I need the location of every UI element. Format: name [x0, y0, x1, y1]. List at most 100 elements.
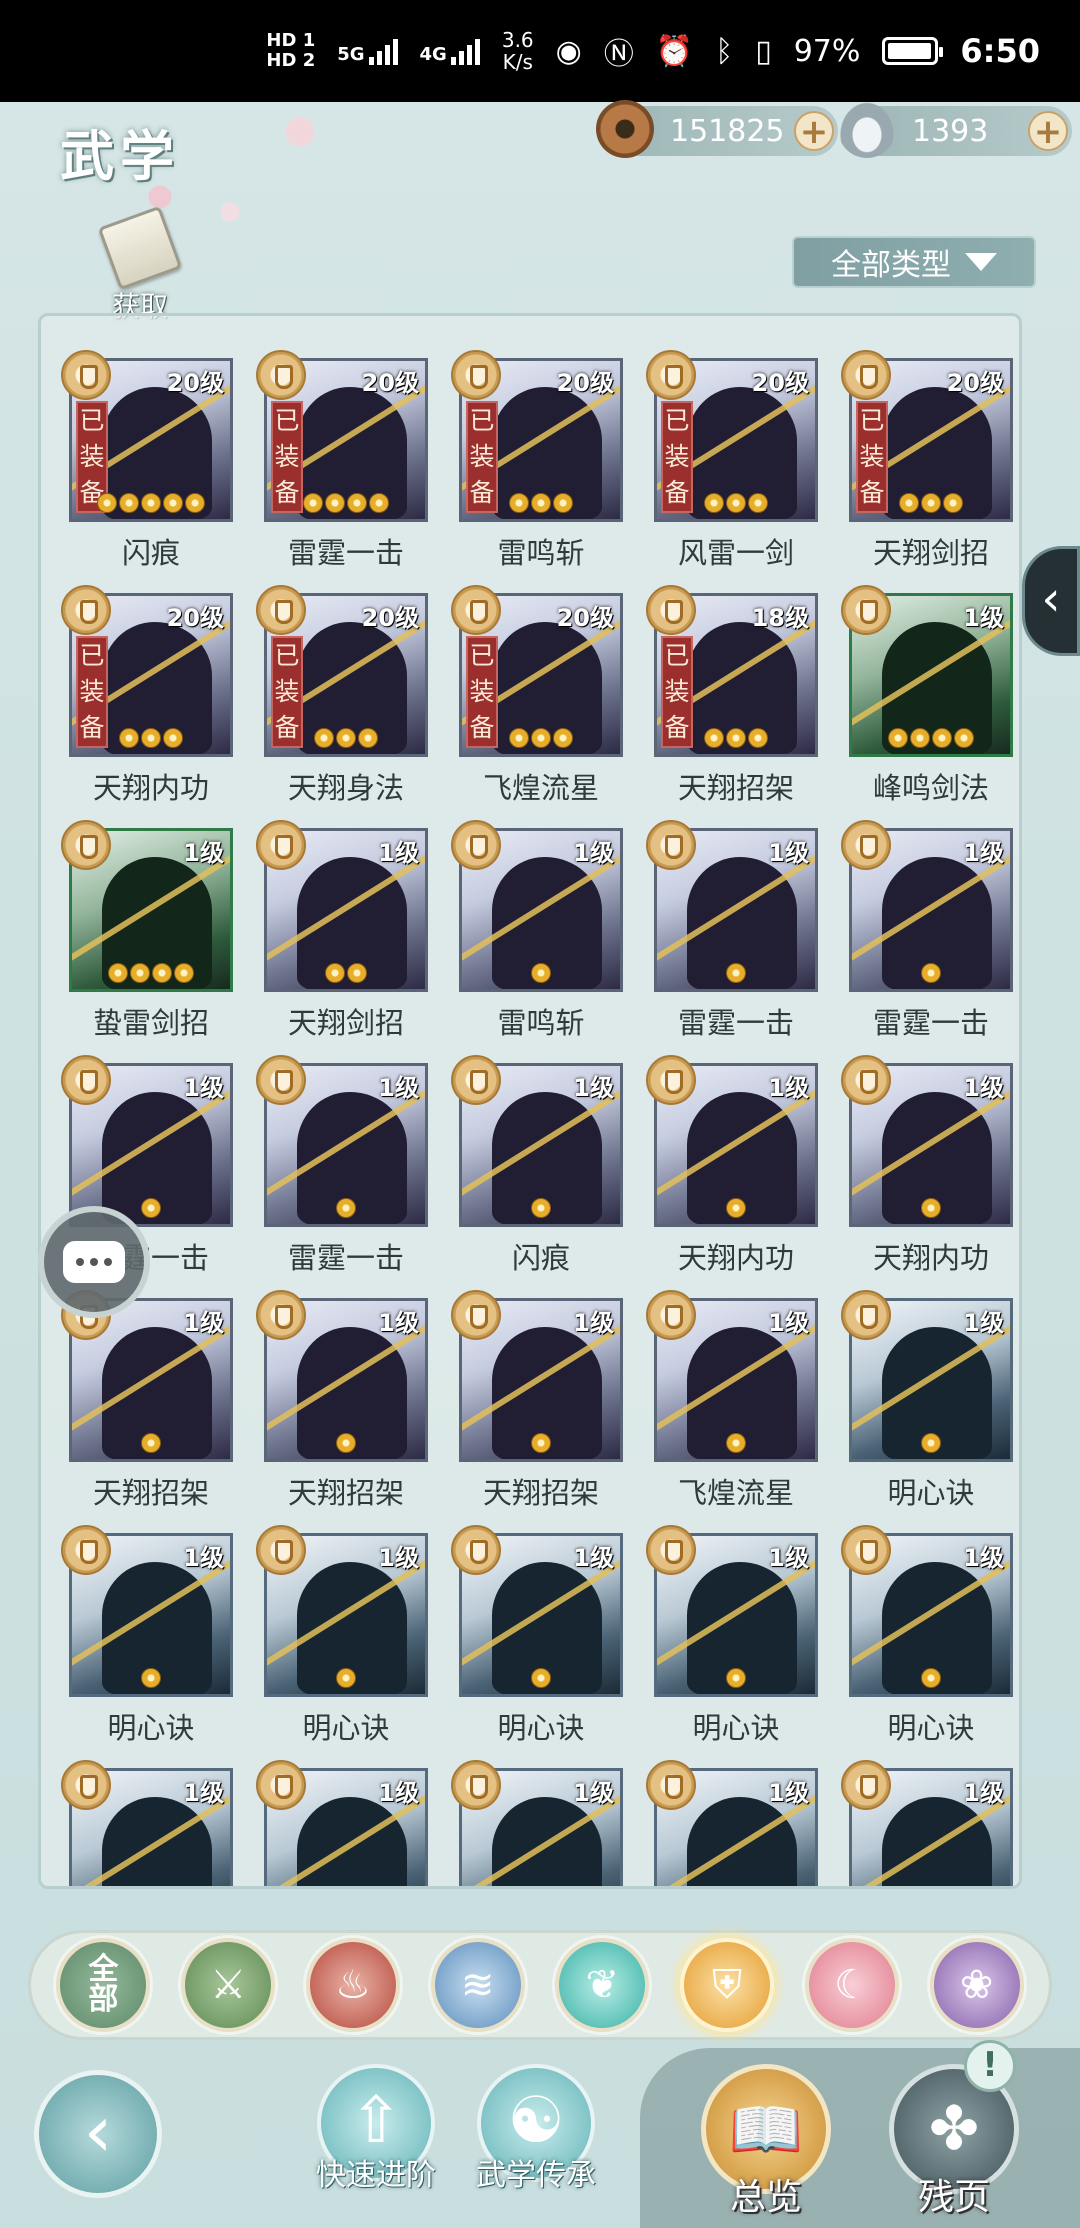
skill-card[interactable]: 1级 明心诀	[61, 1525, 233, 1768]
star-rating	[657, 728, 815, 748]
skill-name: 雷鸣斩	[497, 1006, 585, 1040]
skill-card[interactable]: 1级 飞煌流星	[646, 1290, 818, 1533]
skill-card[interactable]: 20级已装备风雷一剑	[646, 350, 818, 593]
star-rating	[462, 1433, 620, 1453]
skill-card[interactable]: 20级已装备飞煌流星	[451, 585, 623, 828]
overview-button[interactable]: 📖 总览	[696, 2064, 836, 2220]
butterfly-category-icon[interactable]: ❦	[555, 1938, 650, 2032]
skill-level: 20级	[361, 369, 419, 397]
fire-category-icon[interactable]: ♨	[305, 1938, 400, 2032]
shield-category-badge-icon	[451, 350, 501, 400]
shield-category-badge-icon	[256, 350, 306, 400]
star-icon	[130, 963, 150, 983]
star-rating	[852, 1668, 1010, 1688]
skill-card[interactable]: 20级已装备天翔内功	[61, 585, 233, 828]
skill-name: 明心诀	[497, 1711, 585, 1745]
skill-card[interactable]: 20级已装备雷霆一击	[256, 350, 428, 593]
skill-card[interactable]: 1级 明心诀	[841, 1525, 1013, 1768]
silver-ingot-icon	[838, 100, 896, 158]
skill-name: 明心诀	[692, 1711, 780, 1745]
shield-category-badge-icon	[646, 1760, 696, 1810]
skill-name: 雷霆一击	[287, 536, 404, 570]
skill-panel: 20级已装备闪痕 20级已装备雷霆一击 20级已装备雷鸣斩 20级已装备风雷一剑 20级…	[38, 313, 1022, 1889]
shield-category-badge-icon	[61, 1055, 111, 1105]
skill-card[interactable]: 1级 天翔招架	[451, 1290, 623, 1533]
battery-percent: 97%	[793, 33, 861, 69]
skill-level: 1级	[768, 1779, 809, 1807]
network-speed: 3.6 K/s	[502, 29, 534, 73]
skill-card[interactable]: 18级已装备天翔招架	[646, 585, 818, 828]
shield-category-badge-icon	[61, 820, 111, 870]
back-button[interactable]: ‹	[34, 2070, 162, 2198]
skill-card[interactable]: 1级	[841, 1760, 1013, 1886]
skill-card[interactable]: 20级已装备闪痕	[61, 350, 233, 593]
category-all[interactable]: 全 部	[56, 1938, 151, 2032]
star-icon	[726, 493, 746, 513]
add-silver-button[interactable]: +	[1028, 111, 1068, 151]
skill-card[interactable]: 1级 天翔招架	[61, 1290, 233, 1533]
skill-name: 天翔身法	[287, 771, 404, 805]
skill-card[interactable]: 1级 雷霆一击	[256, 1055, 428, 1298]
shield-category-badge-icon	[841, 1055, 891, 1105]
fragments-label: 残页	[917, 2177, 990, 2218]
silver-amount: 1393	[912, 113, 989, 149]
skill-card[interactable]: 1级 天翔内功	[646, 1055, 818, 1298]
skill-card[interactable]: 1级	[646, 1760, 818, 1886]
chat-button[interactable]	[38, 1206, 150, 1318]
type-filter-dropdown[interactable]: 全部类型	[792, 236, 1036, 288]
shield-category-badge-icon	[646, 1525, 696, 1575]
skill-card[interactable]: 1级 闪痕	[451, 1055, 623, 1298]
skill-name: 风雷一剑	[677, 536, 794, 570]
skill-card[interactable]: 1级 明心诀	[646, 1525, 818, 1768]
skill-card[interactable]: 1级	[451, 1760, 623, 1886]
shield-category-badge-icon	[451, 1290, 501, 1340]
skill-card[interactable]: 20级已装备天翔身法	[256, 585, 428, 828]
quick-advance-button[interactable]: ⇧ 快速进阶	[296, 2064, 456, 2194]
skill-card[interactable]: 1级 雷霆一击	[841, 820, 1013, 1063]
skill-level: 1级	[183, 1074, 224, 1102]
rose-category-icon[interactable]: ❀	[929, 1938, 1024, 2032]
star-icon	[726, 1198, 746, 1218]
skill-card[interactable]: 20级已装备天翔剑招	[841, 350, 1013, 593]
shield-category-badge-icon	[256, 820, 306, 870]
skill-level: 1级	[963, 839, 1004, 867]
skill-card[interactable]: 1级 蛰雷剑招	[61, 820, 233, 1063]
skill-card[interactable]: 1级 天翔招架	[256, 1290, 428, 1533]
skill-card[interactable]: 20级已装备雷鸣斩	[451, 350, 623, 593]
moon-category-icon[interactable]: ☾	[804, 1938, 899, 2032]
skill-card[interactable]: 1级 峰鸣剑法	[841, 585, 1013, 828]
star-rating	[657, 493, 815, 513]
skill-card[interactable]: 1级 天翔剑招	[256, 820, 428, 1063]
side-expand-tab[interactable]: ‹	[1022, 546, 1080, 656]
skill-name: 天翔招架	[482, 1476, 599, 1510]
skill-card[interactable]: 1级 天翔内功	[841, 1055, 1013, 1298]
skill-card[interactable]: 1级 雷鸣斩	[451, 820, 623, 1063]
add-copper-button[interactable]: +	[794, 111, 834, 151]
skill-card[interactable]: 1级 明心诀	[451, 1525, 623, 1768]
star-icon	[141, 1668, 161, 1688]
skill-card[interactable]: 1级 明心诀	[841, 1290, 1013, 1533]
star-icon	[108, 963, 128, 983]
star-rating	[462, 728, 620, 748]
inherit-button[interactable]: ☯ 武学传承	[456, 2064, 616, 2194]
skill-card[interactable]: 1级 雷霆一击	[646, 820, 818, 1063]
sim2-label: HD 2	[266, 50, 316, 71]
skill-card[interactable]: 1级	[61, 1760, 233, 1886]
star-icon	[185, 493, 205, 513]
star-icon	[553, 493, 573, 513]
signal-bars-icon	[368, 37, 398, 65]
sword-category-icon[interactable]: ⚔	[181, 1938, 276, 2032]
skill-card[interactable]: 1级	[256, 1760, 428, 1886]
water-category-icon[interactable]: ≋	[430, 1938, 525, 2032]
skill-level: 1级	[768, 1309, 809, 1337]
acquire-button[interactable]: 获取	[97, 205, 183, 323]
star-icon	[141, 728, 161, 748]
overview-label: 总览	[729, 2177, 802, 2218]
star-icon	[531, 1668, 551, 1688]
shield-category-icon[interactable]: ⛨	[680, 1938, 775, 2032]
shield-category-badge-icon	[451, 585, 501, 635]
star-rating	[72, 1433, 230, 1453]
signal-bars-icon	[450, 37, 480, 65]
skill-card[interactable]: 1级 明心诀	[256, 1525, 428, 1768]
category-bar: 全 部 ⚔ ♨ ≋ ❦ ⛨ ☾ ❀	[28, 1930, 1052, 2040]
